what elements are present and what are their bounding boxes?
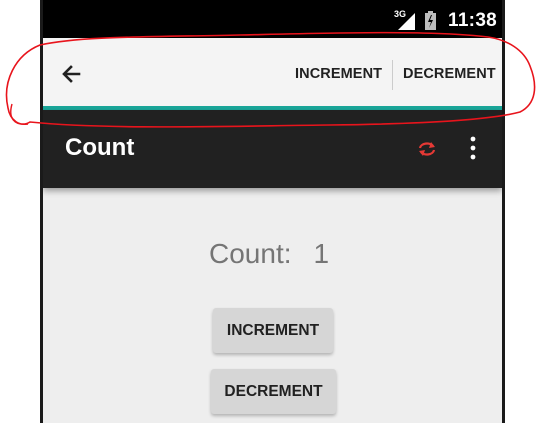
clock: 11:38: [448, 10, 498, 31]
count-value: 1: [313, 238, 330, 269]
cab-increment-button[interactable]: INCREMENT: [295, 66, 382, 82]
more-vert-icon[interactable]: [463, 135, 483, 161]
phone-bezel-left: [0, 0, 43, 423]
refresh-icon[interactable]: [417, 139, 437, 159]
app-toolbar: Count: [43, 110, 502, 188]
signal-icon: [398, 13, 415, 30]
increment-button[interactable]: INCREMENT: [213, 308, 333, 353]
cab-decrement-button[interactable]: DECREMENT: [403, 66, 496, 82]
battery-icon: [425, 11, 436, 30]
count-label: Count:: [209, 238, 292, 269]
status-bar: 3G 11:38: [43, 0, 502, 38]
arrow-back-icon[interactable]: [57, 59, 87, 89]
phone-bezel-right: [502, 0, 544, 423]
toolbar-title: Count: [65, 134, 135, 161]
count-display: Count: 1: [209, 238, 329, 270]
app-screen: 3G 11:38 INCREMENT DECREMENT Count Count…: [43, 0, 502, 423]
decrement-button[interactable]: DECREMENT: [211, 369, 336, 414]
contextual-action-bar: INCREMENT DECREMENT: [43, 38, 502, 106]
cab-divider: [392, 60, 393, 90]
